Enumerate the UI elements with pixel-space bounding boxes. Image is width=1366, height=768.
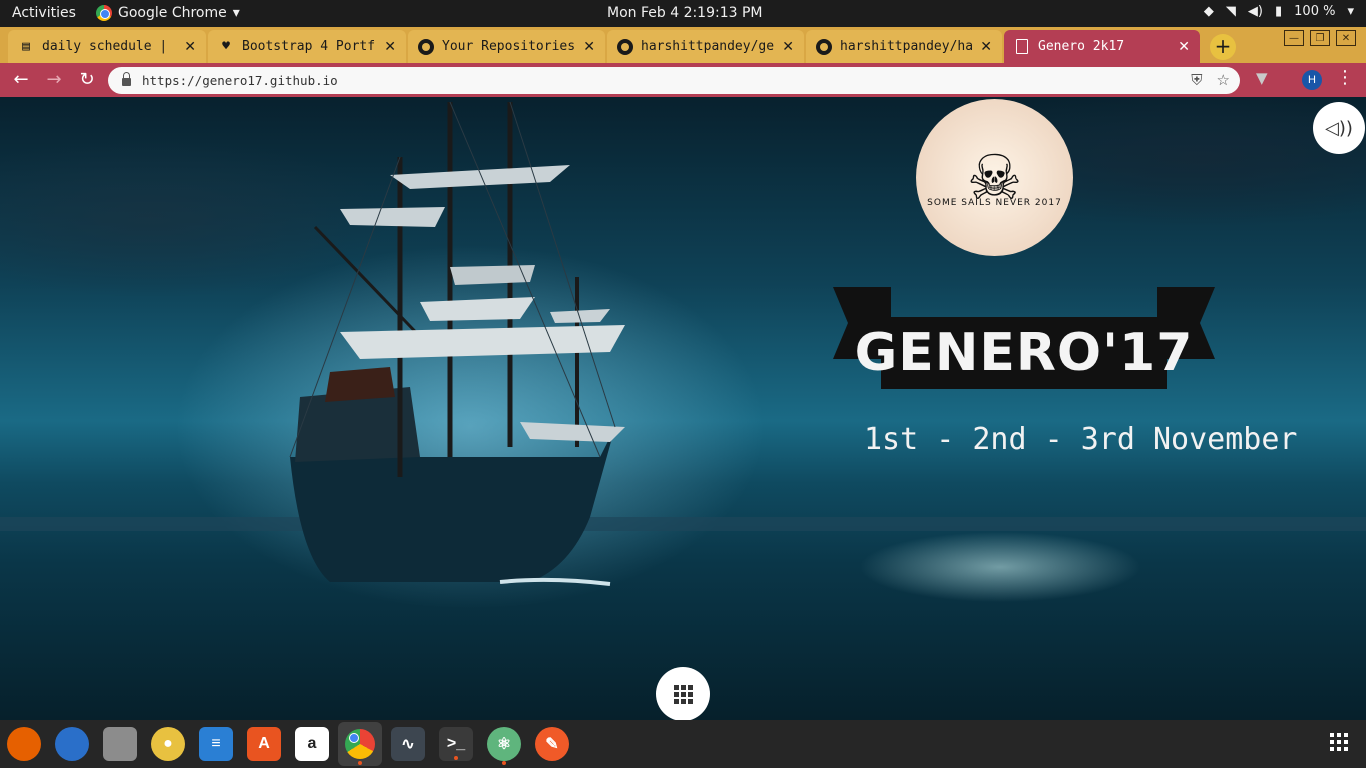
atom-icon[interactable]: ⚛: [487, 727, 521, 765]
close-icon[interactable]: ✕: [184, 39, 196, 55]
tab-genero-2k17[interactable]: Genero 2k17 ✕: [1004, 30, 1200, 63]
heart-icon: ♥: [222, 39, 230, 54]
tab-your-repositories[interactable]: Your Repositories ✕: [408, 30, 605, 63]
document-icon: [1014, 39, 1030, 55]
genero-logo: ☠ SOME SAILS NEVER 2017: [916, 99, 1073, 256]
tab-label: harshittpandey/ge: [641, 39, 775, 54]
minimize-icon[interactable]: —: [1284, 30, 1304, 46]
chevron-down-icon: ▾: [232, 5, 240, 21]
event-dates: 1st - 2nd - 3rd November: [864, 422, 1298, 457]
tab-label: Bootstrap 4 Portf: [242, 39, 376, 54]
clock[interactable]: Mon Feb 4 2:19:13 PM: [607, 5, 763, 21]
forward-button[interactable]: →: [42, 68, 66, 92]
chrome-dock-icon[interactable]: [338, 722, 382, 766]
tab-label: Genero 2k17: [1038, 39, 1125, 54]
page-hero: ◁)) ☠ SOME SAILS NEVER 2017 GENERO'17 1s…: [0, 97, 1366, 720]
files-icon[interactable]: [103, 727, 137, 761]
title-banner: GENERO'17: [833, 287, 1215, 389]
new-tab-button[interactable]: +: [1210, 34, 1236, 60]
tab-strip: ▤ daily schedule | ✕ ♥ Bootstrap 4 Portf…: [0, 27, 1366, 63]
tab-bootstrap-portfolio[interactable]: ♥ Bootstrap 4 Portf ✕: [208, 30, 406, 63]
app-menu-button[interactable]: [656, 667, 710, 720]
rhythmbox-icon[interactable]: ●: [151, 727, 185, 761]
github-icon: [617, 38, 633, 55]
grid-icon: [673, 684, 693, 704]
browser-toolbar: ← → ↻ https://genero17.github.io ⛨ ☆ ▼ H…: [0, 63, 1366, 97]
app-menu[interactable]: Google Chrome ▾: [96, 5, 240, 21]
close-window-icon[interactable]: ✕: [1336, 30, 1356, 46]
bookmark-star-icon[interactable]: ☆: [1217, 71, 1230, 89]
tab-harshittpandey-ge[interactable]: harshittpandey/ge ✕: [607, 30, 804, 63]
address-bar[interactable]: https://genero17.github.io ⛨ ☆: [108, 67, 1240, 94]
battery-icon[interactable]: ▮: [1275, 4, 1282, 19]
ubuntu-dock: ● ≡ A a ∿ >_ ⚛ ✎: [0, 720, 1366, 768]
speaker-icon: ◁)): [1325, 117, 1353, 139]
vue-extension-icon[interactable]: ▼: [1256, 69, 1268, 87]
wifi-icon[interactable]: ◥: [1226, 4, 1236, 19]
gnome-top-bar: Activities Google Chrome ▾ Mon Feb 4 2:1…: [0, 0, 1366, 27]
chrome-icon: [96, 5, 112, 21]
battery-percent: 100 %: [1294, 4, 1336, 19]
close-icon[interactable]: ✕: [384, 39, 396, 55]
tab-label: daily schedule |: [42, 39, 168, 54]
title-box: GENERO'17: [855, 317, 1192, 389]
shield-icon[interactable]: ⛨: [1191, 71, 1202, 89]
close-icon[interactable]: ✕: [1178, 39, 1190, 55]
libreoffice-writer-icon[interactable]: ≡: [199, 727, 233, 761]
maximize-icon[interactable]: ❐: [1310, 30, 1330, 46]
tab-label: Your Repositories: [442, 39, 576, 54]
tab-harshittpandey-ha[interactable]: harshittpandey/ha ✕: [806, 30, 1002, 63]
profile-avatar[interactable]: H: [1302, 70, 1322, 90]
reload-button[interactable]: ↻: [75, 68, 99, 92]
activities-button[interactable]: Activities: [12, 5, 76, 21]
chevron-down-icon[interactable]: ▾: [1347, 4, 1354, 19]
amazon-icon[interactable]: a: [295, 727, 329, 761]
window-controls: — ❐ ✕: [1284, 30, 1356, 46]
notebook-icon: ▤: [22, 39, 30, 54]
lock-icon[interactable]: [122, 72, 131, 86]
terminal-icon[interactable]: >_: [439, 727, 473, 761]
close-icon[interactable]: ✕: [980, 39, 992, 55]
url-text[interactable]: https://genero17.github.io: [142, 73, 338, 88]
system-tray[interactable]: ◆ ◥ ◀) ▮ 100 % ▾: [1204, 4, 1354, 19]
tab-daily-schedule[interactable]: ▤ daily schedule | ✕: [8, 30, 206, 63]
show-applications-icon[interactable]: [1330, 733, 1348, 751]
tab-label: harshittpandey/ha: [840, 39, 974, 54]
back-button[interactable]: ←: [9, 68, 33, 92]
close-icon[interactable]: ✕: [782, 39, 794, 55]
pirate-ship-image: [289, 101, 625, 586]
dropbox-icon[interactable]: ◆: [1204, 4, 1214, 19]
event-title: GENERO'17: [854, 323, 1194, 383]
github-icon: [418, 38, 434, 55]
system-monitor-icon[interactable]: ∿: [391, 727, 425, 761]
firefox-icon[interactable]: [7, 727, 41, 761]
close-icon[interactable]: ✕: [583, 39, 595, 55]
volume-icon[interactable]: ◀): [1248, 4, 1263, 19]
horizon: [0, 517, 1366, 531]
pen-app-icon[interactable]: ✎: [535, 727, 569, 761]
logo-motto: SOME SAILS NEVER 2017: [927, 198, 1062, 208]
app-name: Google Chrome: [118, 5, 227, 21]
sound-toggle-button[interactable]: ◁)): [1313, 102, 1365, 154]
ubuntu-software-icon[interactable]: A: [247, 727, 281, 761]
github-icon: [816, 38, 832, 55]
menu-icon[interactable]: ⋮: [1336, 67, 1354, 88]
thunderbird-icon[interactable]: [55, 727, 89, 761]
